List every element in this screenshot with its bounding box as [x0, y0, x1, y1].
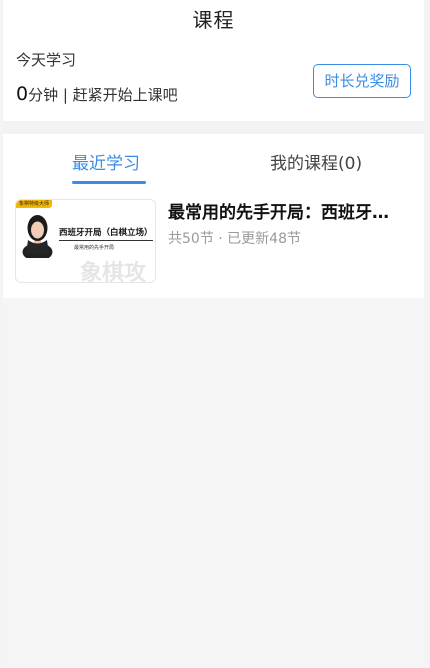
course-meta: 共50节 · 已更新48节 — [168, 231, 301, 247]
tab-my-courses[interactable]: 我的课程(0) — [270, 149, 362, 174]
active-tab-indicator — [72, 181, 146, 184]
course-title: 最常用的先手开局：西班牙… — [168, 203, 389, 223]
course-page: 课程 今天学习 0分钟 | 赶紧开始上课吧 时长兑奖励 最近学习 我的课程(0)… — [3, 0, 424, 668]
redeem-reward-button[interactable]: 时长兑奖励 — [313, 64, 411, 98]
thumbnail-title: 西班牙开局（白棋立场） — [59, 228, 153, 238]
section-divider — [3, 121, 424, 134]
thumbnail-divider — [59, 240, 153, 241]
instructor-avatar — [22, 215, 53, 258]
course-list-item[interactable]: 象棋特级大师 西班牙开局（白棋立场） 最常用的先手开局 象棋攻 最常用的先手开局… — [15, 196, 416, 284]
today-minutes-value: 0 — [16, 83, 29, 105]
today-study-label: 今天学习 — [16, 51, 77, 69]
header-section: 课程 今天学习 0分钟 | 赶紧开始上课吧 时长兑奖励 — [3, 0, 424, 121]
course-panel: 最近学习 我的课程(0) 象棋特级大师 西班牙开局（白棋立场） 最常用的先手开局… — [3, 134, 424, 298]
today-study-stat: 0分钟 | 赶紧开始上课吧 — [16, 83, 178, 105]
tab-recent-study[interactable]: 最近学习 — [72, 149, 140, 174]
page-title: 课程 — [192, 8, 235, 32]
course-thumbnail: 象棋特级大师 西班牙开局（白棋立场） 最常用的先手开局 象棋攻 — [15, 199, 156, 283]
thumbnail-watermark: 象棋攻 — [80, 261, 147, 283]
today-minutes-suffix: 分钟 | 赶紧开始上课吧 — [28, 86, 178, 104]
thumbnail-tag: 象棋特级大师 — [16, 200, 53, 208]
thumbnail-subtitle: 最常用的先手开局 — [74, 245, 115, 251]
